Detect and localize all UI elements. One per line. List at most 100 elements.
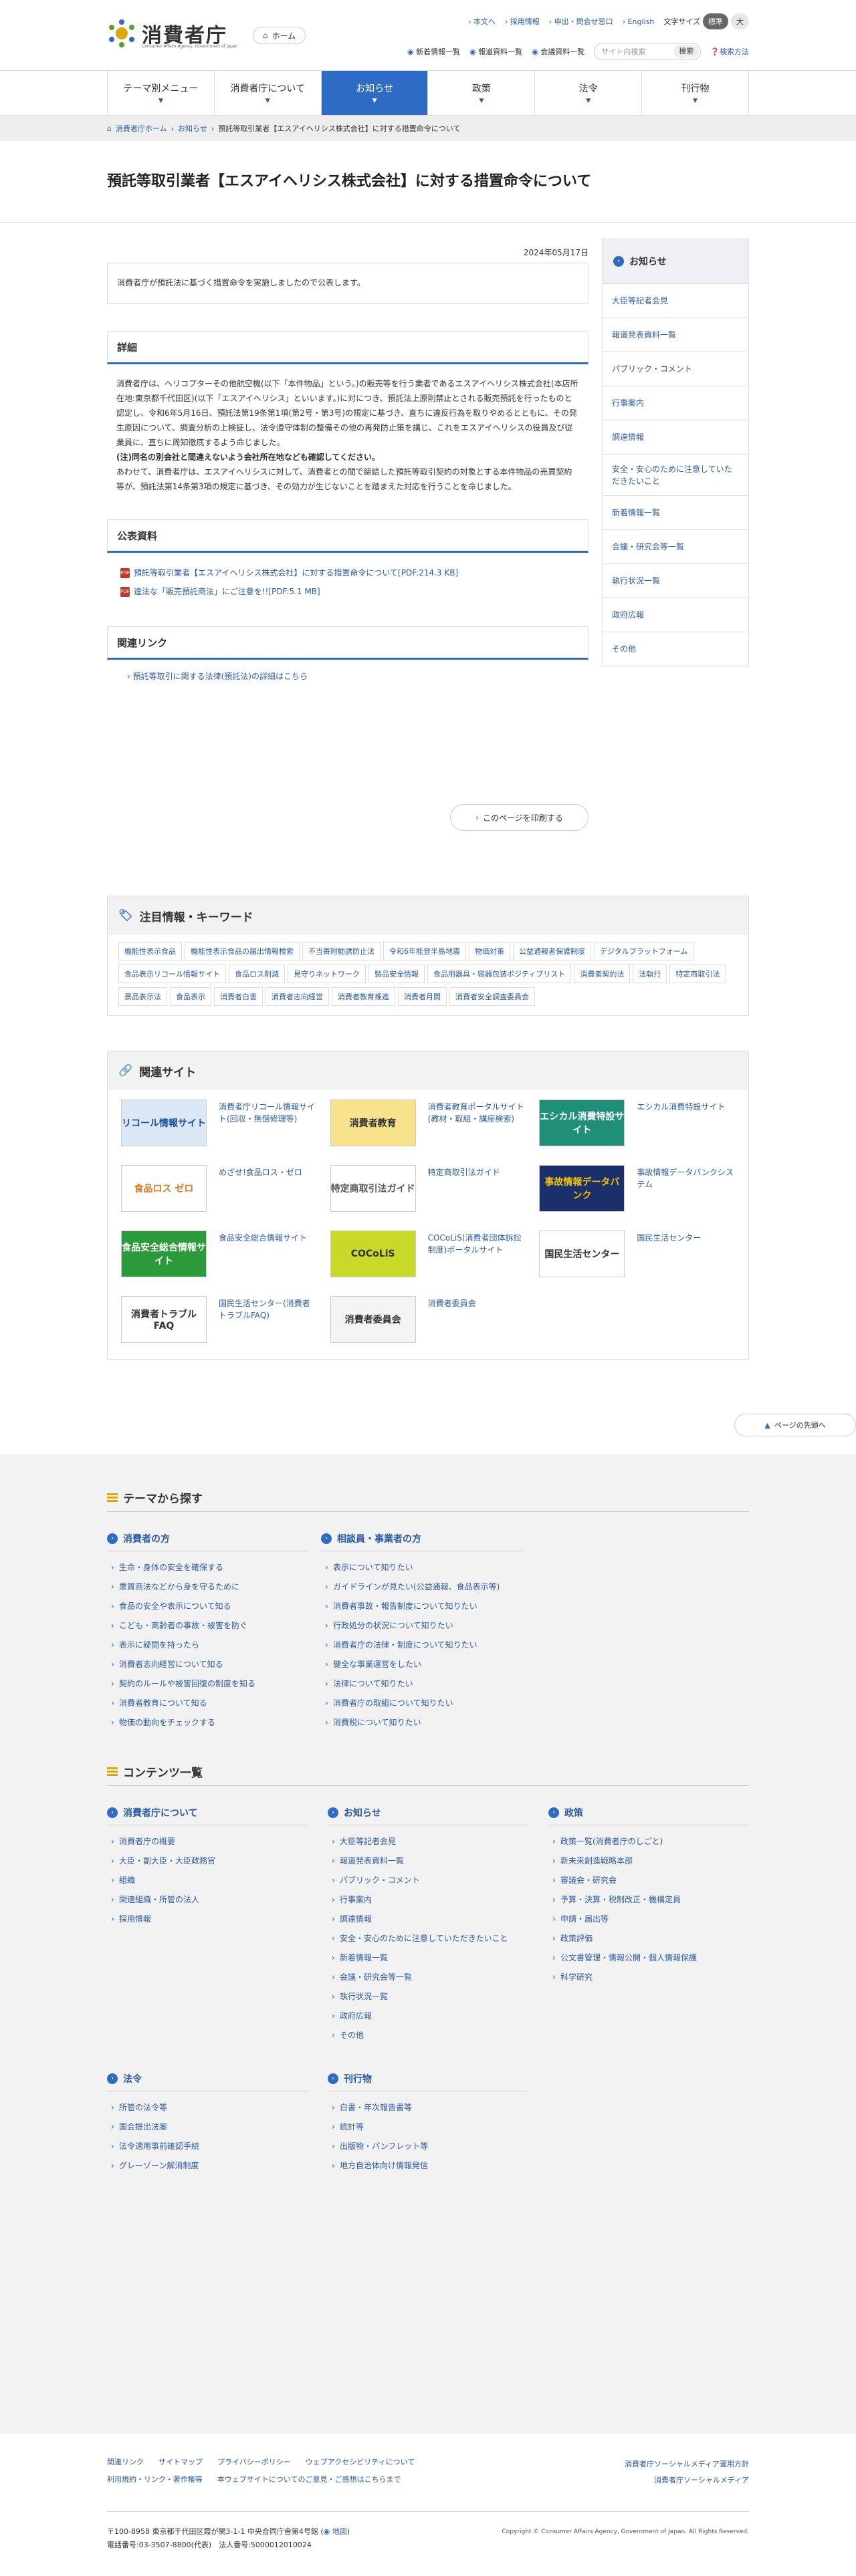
keyword-tag[interactable]: 機能性表示食品の届出情報検索 bbox=[185, 942, 300, 960]
list-item[interactable]: 会議・研究会等一覧 bbox=[328, 1968, 528, 1987]
list-item[interactable]: 科学研究 bbox=[548, 1968, 749, 1987]
site-banner[interactable]: COCoLiS bbox=[330, 1231, 416, 1277]
side-item[interactable]: 会議・研究会等一覧 bbox=[603, 529, 748, 563]
search-method-link[interactable]: ❓検索方法 bbox=[710, 46, 749, 57]
keyword-tag[interactable]: 食品表示 bbox=[170, 987, 211, 1006]
list-item[interactable]: 悪質商法などから身を守るために bbox=[107, 1577, 308, 1597]
keyword-tag[interactable]: 不当寄附勧誘防止法 bbox=[302, 942, 381, 960]
side-item[interactable]: 報道発表資料一覧 bbox=[603, 317, 748, 352]
list-item[interactable]: パブリック・コメント bbox=[328, 1871, 528, 1890]
english-link[interactable]: English bbox=[623, 17, 655, 26]
list-item[interactable]: 申請・届出等 bbox=[548, 1910, 749, 1929]
list-item[interactable]: 表示について知りたい bbox=[321, 1558, 522, 1577]
side-item[interactable]: 安全・安心のために注意していただきたいこと bbox=[603, 454, 748, 495]
related-site[interactable]: 消費者教育 消費者教育ポータルサイト(教材・取組・講座検索) bbox=[330, 1100, 526, 1156]
site-banner[interactable]: エシカル消費特設サイト bbox=[539, 1100, 625, 1146]
list-item[interactable]: 安全・安心のために注意していただきたいこと bbox=[328, 1929, 528, 1948]
list-item[interactable]: 地方自治体向け情報発信 bbox=[328, 2156, 528, 2176]
footer-link[interactable]: ウェブアクセシビリティについて bbox=[306, 2456, 415, 2467]
footer-link[interactable]: プライバシーポリシー bbox=[217, 2456, 291, 2467]
nav-theme-menu[interactable]: テーマ別メニュー ▼ bbox=[107, 71, 214, 115]
list-item[interactable]: 出版物・パンフレット等 bbox=[328, 2137, 528, 2156]
home-button[interactable]: ⌂ ホーム bbox=[253, 27, 306, 44]
list-item[interactable]: 政府広報 bbox=[328, 2007, 528, 2026]
list-item[interactable]: 執行状況一覧 bbox=[328, 1987, 528, 2007]
related-site[interactable]: 食品安全総合情報サイト 食品安全総合情報サイト bbox=[121, 1231, 317, 1287]
list-item[interactable]: 国会提出法案 bbox=[107, 2117, 308, 2137]
list-item[interactable]: 健全な事業運営をしたい bbox=[321, 1655, 522, 1674]
list-item[interactable]: 調達情報 bbox=[328, 1910, 528, 1929]
meeting-list-link[interactable]: ◉ 会議資料一覧 bbox=[532, 46, 584, 57]
keyword-tag[interactable]: 景品表示法 bbox=[118, 987, 167, 1006]
recruit-link[interactable]: 採用情報 bbox=[505, 16, 540, 27]
list-item[interactable]: 政策評価 bbox=[548, 1929, 749, 1948]
list-item[interactable]: 大臣等記者会見 bbox=[328, 1832, 528, 1851]
site-label[interactable]: 特定商取引法ガイド bbox=[428, 1165, 500, 1221]
pdf-link[interactable]: 預託等取引業者【エスアイヘリシス株式会社】に対する措置命令について[PDF:21… bbox=[134, 563, 458, 582]
side-item[interactable]: 大臣等記者会見 bbox=[603, 283, 748, 317]
keyword-tag[interactable]: 消費者志向経営 bbox=[265, 987, 329, 1006]
related-site[interactable]: 特定商取引法ガイド 特定商取引法ガイド bbox=[330, 1165, 526, 1221]
site-label[interactable]: 事故情報データバンクシステム bbox=[637, 1165, 735, 1221]
font-size-large-button[interactable]: 大 bbox=[731, 13, 749, 29]
site-banner[interactable]: 特定商取引法ガイド bbox=[330, 1165, 416, 1212]
breadcrumb-news[interactable]: お知らせ bbox=[178, 123, 207, 134]
list-item[interactable]: 採用情報 bbox=[107, 1910, 308, 1929]
side-item[interactable]: 執行状況一覧 bbox=[603, 563, 748, 598]
nav-policy[interactable]: 政策 ▼ bbox=[427, 71, 534, 115]
keyword-tag[interactable]: 食品ロス削減 bbox=[229, 964, 285, 983]
list-item[interactable]: 契約のルールや被害回復の制度を知る bbox=[107, 1674, 308, 1694]
site-label[interactable]: 食品安全総合情報サイト bbox=[219, 1231, 307, 1287]
list-item[interactable]: 法律について知りたい bbox=[321, 1674, 522, 1694]
sns-link[interactable]: 消費者庁ソーシャルメディア bbox=[654, 2476, 749, 2484]
related-site[interactable]: エシカル消費特設サイト エシカル消費特設サイト bbox=[539, 1100, 735, 1156]
nav-news[interactable]: お知らせ ▼ bbox=[320, 71, 428, 115]
list-item[interactable]: 関連組織・所管の法人 bbox=[107, 1890, 308, 1910]
site-banner[interactable]: 消費者委員会 bbox=[330, 1296, 416, 1343]
list-item[interactable]: 公文書管理・情報公開・個人情報保護 bbox=[548, 1948, 749, 1968]
side-item[interactable]: 政府広報 bbox=[603, 598, 748, 632]
site-banner[interactable]: 国民生活センター bbox=[539, 1231, 625, 1277]
footer-link[interactable]: 関連リンク bbox=[107, 2456, 144, 2467]
site-banner[interactable]: 消費者トラブルFAQ bbox=[121, 1296, 207, 1343]
related-site[interactable]: 消費者委員会 消費者委員会 bbox=[330, 1296, 526, 1352]
list-item[interactable]: 消費者事故・報告制度について知りたい bbox=[321, 1597, 522, 1616]
list-item[interactable]: 報道発表資料一覧 bbox=[328, 1851, 528, 1871]
list-item[interactable]: 食品の安全や表示について知る bbox=[107, 1597, 308, 1616]
skip-to-content-link[interactable]: 本文へ bbox=[468, 16, 496, 27]
list-item[interactable]: 行事案内 bbox=[328, 1890, 528, 1910]
font-size-standard-button[interactable]: 標準 bbox=[703, 13, 728, 29]
site-label[interactable]: 消費者委員会 bbox=[428, 1296, 476, 1352]
related-site[interactable]: 事故情報データバンク 事故情報データバンクシステム bbox=[539, 1165, 735, 1221]
list-item[interactable]: 消費者教育について知る bbox=[107, 1694, 308, 1713]
search-button[interactable]: 検索 bbox=[673, 45, 700, 58]
nav-about[interactable]: 消費者庁について ▼ bbox=[213, 71, 321, 115]
list-item[interactable]: 消費者庁の法律・制度について知りたい bbox=[321, 1636, 522, 1655]
list-item[interactable]: 新着情報一覧 bbox=[328, 1948, 528, 1968]
site-label[interactable]: 国民生活センター(消費者トラブルFAQ) bbox=[219, 1296, 317, 1352]
related-site[interactable]: 国民生活センター 国民生活センター bbox=[539, 1231, 735, 1287]
site-label[interactable]: 消費者庁リコール情報サイト(回収・無償修理等) bbox=[219, 1100, 317, 1156]
footer-link[interactable]: サイトマップ bbox=[158, 2456, 203, 2467]
keyword-tag[interactable]: デジタルプラットフォーム bbox=[594, 942, 694, 960]
list-item[interactable]: 行政処分の状況について知りたい bbox=[321, 1616, 522, 1636]
nav-law[interactable]: 法令 ▼ bbox=[534, 71, 641, 115]
list-item[interactable]: 消費者志向経営について知る bbox=[107, 1655, 308, 1674]
new-info-link[interactable]: ◉ 新着情報一覧 bbox=[407, 46, 460, 57]
site-label[interactable]: 国民生活センター bbox=[637, 1231, 701, 1287]
site-search-input[interactable]: サイト内検索 検索 bbox=[594, 43, 702, 60]
side-item[interactable]: 行事案内 bbox=[603, 386, 748, 420]
site-banner[interactable]: 事故情報データバンク bbox=[539, 1165, 625, 1212]
site-label[interactable]: めざせ!食品ロス・ゼロ bbox=[219, 1165, 302, 1221]
keyword-tag[interactable]: 消費者安全調査委員会 bbox=[449, 987, 535, 1006]
keyword-tag[interactable]: 特定商取引法 bbox=[669, 964, 726, 983]
site-banner[interactable]: 食品ロス ゼロ bbox=[121, 1165, 207, 1212]
contact-link[interactable]: 申出・問合せ窓口 bbox=[549, 16, 613, 27]
list-item[interactable]: 消費税について知りたい bbox=[321, 1713, 522, 1732]
list-item[interactable]: 生命・身体の安全を確保する bbox=[107, 1558, 308, 1577]
list-item[interactable]: その他 bbox=[328, 2026, 528, 2045]
list-item[interactable]: 物価の動向をチェックする bbox=[107, 1713, 308, 1732]
list-item[interactable]: 政策一覧(消費者庁のしごと) bbox=[548, 1832, 749, 1851]
list-item[interactable]: 統計等 bbox=[328, 2117, 528, 2137]
keyword-tag[interactable]: 消費者白書 bbox=[214, 987, 263, 1006]
